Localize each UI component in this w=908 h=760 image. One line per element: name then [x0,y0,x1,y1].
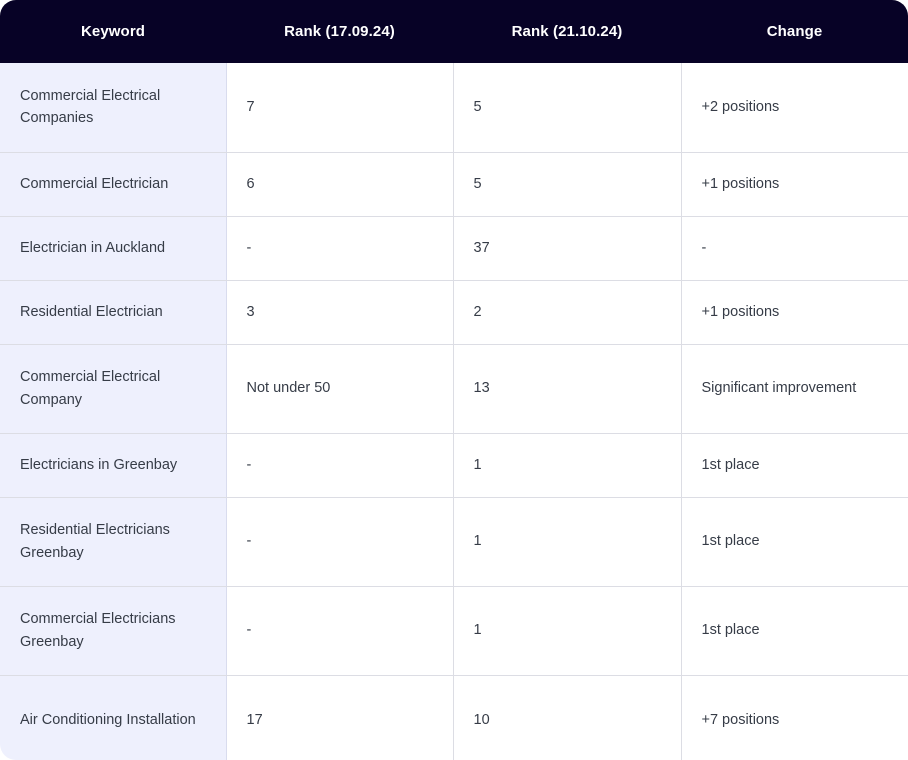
cell-rank2: 1 [453,433,682,498]
table-row: Commercial Electrical Company Not under 5… [0,344,908,434]
cell-rank1: - [226,216,454,281]
cell-rank2: 1 [453,497,682,587]
cell-keyword: Commercial Electricians Greenbay [0,586,227,676]
cell-rank1: 17 [226,675,454,760]
cell-rank2: 2 [453,280,682,345]
cell-rank2: 10 [453,675,682,760]
cell-keyword: Electrician in Auckland [0,216,227,281]
cell-rank2: 5 [453,63,682,153]
table-row: Commercial Electricians Greenbay -1 1st pl… [0,586,908,676]
cell-keyword: Commercial Electrician [0,152,227,217]
cell-keyword: Air Conditioning Installation [0,675,227,760]
cell-rank1: 3 [226,280,454,345]
cell-rank1: - [226,586,454,676]
cell-change: 1st place [681,586,908,676]
table-row: Electrician in Auckland -37- [0,216,908,281]
table-row: Commercial Electrician 6 5 +1 positions [0,152,908,217]
cell-change: 1st place [681,433,908,498]
cell-change: Significant improvement [681,344,908,434]
cell-rank1: 6 [226,152,454,217]
keyword-rank-table-card: Keyword Rank (17.09.24) Rank (21.10.24) … [0,0,908,760]
column-header-rank-2: Rank (21.10.24) [453,0,681,63]
cell-rank1: Not under 50 [226,344,454,434]
cell-rank1: 7 [226,63,454,153]
cell-change: +1 positions [681,280,908,345]
cell-keyword: Commercial Electrical Company [0,344,227,434]
table-row: Electricians in Greenbay -1 1st place [0,433,908,498]
keyword-rank-table: Keyword Rank (17.09.24) Rank (21.10.24) … [0,0,908,760]
cell-rank2: 13 [453,344,682,434]
cell-rank1: - [226,497,454,587]
cell-keyword: Residential Electricians Greenbay [0,497,227,587]
cell-keyword: Residential Electrician [0,280,227,345]
table-row: Air Conditioning Installation 17 10 +7 posi… [0,675,908,760]
cell-keyword: Commercial Electrical Companies [0,63,227,153]
cell-keyword: Electricians in Greenbay [0,433,227,498]
table-row: Commercial Electrical Companies 7 5 +2 posi… [0,63,908,153]
table-header-row: Keyword Rank (17.09.24) Rank (21.10.24) … [0,0,908,63]
cell-change: 1st place [681,497,908,587]
cell-change: - [681,216,908,281]
cell-rank2: 5 [453,152,682,217]
cell-rank1: - [226,433,454,498]
column-header-keyword: Keyword [0,0,226,63]
table-body: Commercial Electrical Companies 7 5 +2 posi… [0,63,908,760]
cell-rank2: 1 [453,586,682,676]
column-header-change: Change [681,0,908,63]
column-header-rank-1: Rank (17.09.24) [226,0,453,63]
cell-rank2: 37 [453,216,682,281]
table-row: Residential Electricians Greenbay -1 1st p… [0,497,908,587]
table-header: Keyword Rank (17.09.24) Rank (21.10.24) … [0,0,908,63]
cell-change: +1 positions [681,152,908,217]
table-row: Residential Electrician 3 2 +1 positions [0,280,908,345]
cell-change: +2 positions [681,63,908,153]
cell-change: +7 positions [701,711,780,728]
